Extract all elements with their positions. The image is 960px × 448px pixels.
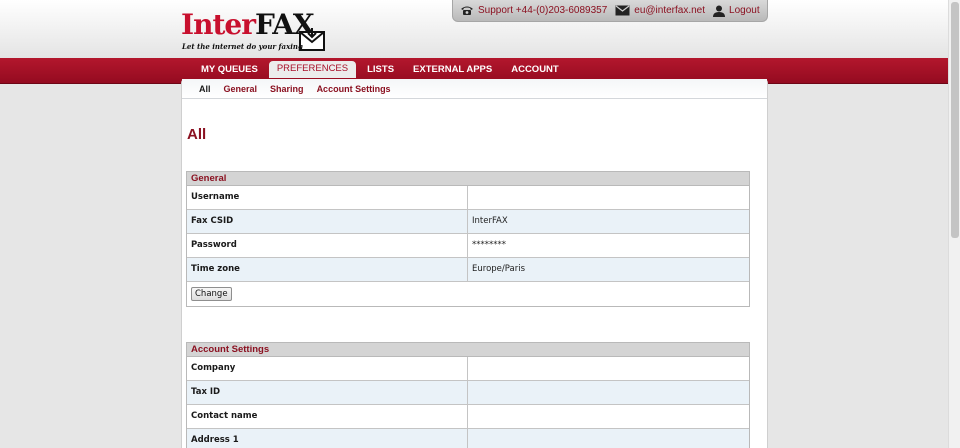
row-label: Password — [187, 234, 468, 257]
table-row: Username — [187, 186, 749, 210]
tab-account[interactable]: ACCOUNT — [503, 62, 567, 78]
main-nav: MY QUEUES PREFERENCES LISTS EXTERNAL APP… — [193, 61, 570, 78]
row-label: Address 1 — [187, 429, 468, 448]
page-scrollbar[interactable] — [948, 0, 960, 448]
account-settings-heading: Account Settings — [187, 343, 749, 357]
page-title: All — [187, 126, 207, 143]
logout-link[interactable]: Logout — [713, 5, 760, 17]
email-text: eu@interfax.net — [634, 5, 706, 16]
row-value: Europe/Paris — [472, 264, 525, 274]
table-row: Tax ID — [187, 381, 749, 405]
tab-external-apps[interactable]: EXTERNAL APPS — [405, 62, 500, 78]
interfax-logo[interactable]: InterFAX Let the internet do your faxing — [181, 10, 331, 56]
tab-lists[interactable]: LISTS — [359, 62, 402, 78]
table-row: Address 1 — [187, 429, 749, 448]
row-label: Contact name — [187, 405, 468, 428]
row-value — [468, 186, 749, 209]
logo-tagline: Let the internet do your faxing — [182, 42, 303, 51]
account-settings-table: Account Settings Company Tax ID Contact … — [186, 342, 750, 448]
row-label: Company — [187, 357, 468, 380]
subnav-general[interactable]: General — [224, 84, 258, 94]
row-value — [468, 381, 749, 404]
subnav-all[interactable]: All — [199, 84, 211, 94]
support-phone-link[interactable]: Support +44-(0)203-6089357 — [460, 5, 607, 16]
general-table: General Username Fax CSID InterFAX Passw… — [186, 171, 750, 307]
row-value — [468, 405, 749, 428]
subnav-sharing[interactable]: Sharing — [270, 84, 304, 94]
row-label: Tax ID — [187, 381, 468, 404]
row-value — [468, 429, 749, 448]
content-panel: All General Sharing Account Settings All… — [181, 79, 768, 448]
general-actions: Change — [187, 282, 749, 306]
table-row: Password ******** — [187, 234, 749, 258]
user-icon — [713, 5, 726, 17]
table-row: Company — [187, 357, 749, 381]
row-value — [468, 357, 749, 380]
phone-icon — [461, 6, 473, 15]
row-value: InterFAX — [472, 216, 508, 226]
email-link[interactable]: eu@interfax.net — [615, 5, 705, 16]
row-label: Username — [187, 186, 468, 209]
table-row: Fax CSID InterFAX — [187, 210, 749, 234]
contact-bar: Support +44-(0)203-6089357 eu@interfax.n… — [452, 0, 768, 22]
tab-preferences[interactable]: PREFERENCES — [268, 61, 357, 78]
logo-wordmark: InterFAX — [181, 8, 315, 41]
general-heading: General — [187, 172, 749, 186]
table-row: Contact name — [187, 405, 749, 429]
row-label: Fax CSID — [187, 210, 468, 233]
logo-word-inter: Inter — [181, 8, 256, 41]
row-value: ******** — [472, 240, 506, 250]
table-row: Time zone Europe/Paris — [187, 258, 749, 282]
tab-my-queues[interactable]: MY QUEUES — [193, 62, 266, 78]
mail-icon — [615, 5, 630, 16]
row-label: Time zone — [187, 258, 468, 281]
logout-text: Logout — [729, 5, 760, 16]
subnav-account-settings[interactable]: Account Settings — [317, 84, 391, 94]
support-text: Support +44-(0)203-6089357 — [478, 5, 608, 16]
change-button[interactable]: Change — [191, 287, 232, 301]
scrollbar-thumb[interactable] — [951, 2, 959, 238]
preferences-subnav: All General Sharing Account Settings — [182, 79, 767, 99]
